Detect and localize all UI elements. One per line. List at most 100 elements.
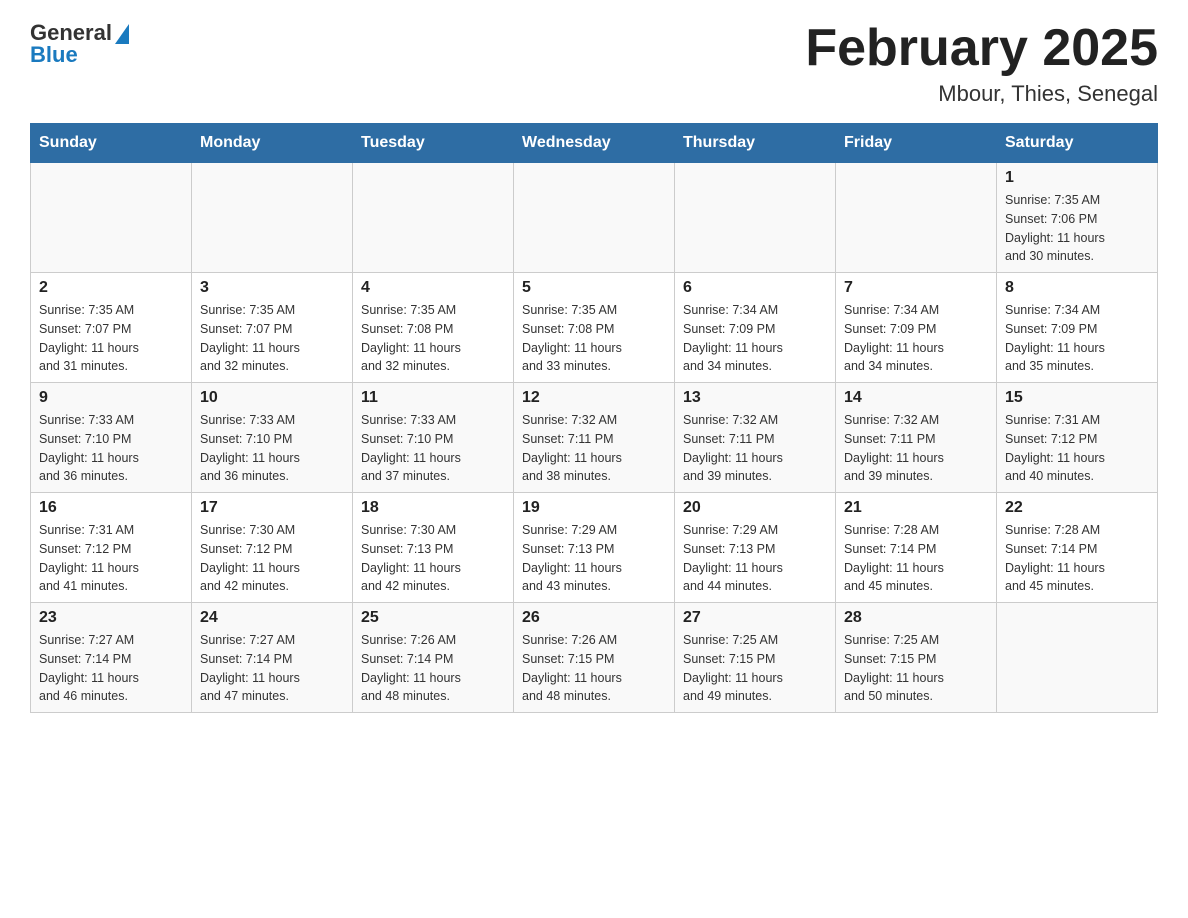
calendar-day-cell: 10 Sunrise: 7:33 AMSunset: 7:10 PMDayligh… <box>192 383 353 493</box>
day-number: 27 <box>683 609 827 627</box>
day-number: 20 <box>683 499 827 517</box>
day-info: Sunrise: 7:35 AMSunset: 7:07 PMDaylight:… <box>39 301 183 376</box>
calendar-day-cell: 3 Sunrise: 7:35 AMSunset: 7:07 PMDaylight… <box>192 273 353 383</box>
calendar-day-cell <box>514 163 675 273</box>
day-info: Sunrise: 7:25 AMSunset: 7:15 PMDaylight:… <box>844 631 988 706</box>
day-number: 3 <box>200 279 344 297</box>
day-number: 25 <box>361 609 505 627</box>
calendar-day-cell: 12 Sunrise: 7:32 AMSunset: 7:11 PMDayligh… <box>514 383 675 493</box>
day-number: 22 <box>1005 499 1149 517</box>
calendar-header-row: SundayMondayTuesdayWednesdayThursdayFrid… <box>31 124 1158 163</box>
calendar-day-cell <box>997 603 1158 713</box>
day-number: 24 <box>200 609 344 627</box>
calendar-subtitle: Mbour, Thies, Senegal <box>805 81 1158 107</box>
calendar-day-cell: 15 Sunrise: 7:31 AMSunset: 7:12 PMDayligh… <box>997 383 1158 493</box>
calendar-day-cell <box>836 163 997 273</box>
calendar-day-cell: 25 Sunrise: 7:26 AMSunset: 7:14 PMDayligh… <box>353 603 514 713</box>
day-number: 2 <box>39 279 183 297</box>
calendar-day-cell: 27Sunrise: 7:25 AMSunset: 7:15 PMDayligh… <box>675 603 836 713</box>
day-info: Sunrise: 7:34 AMSunset: 7:09 PMDaylight:… <box>1005 301 1149 376</box>
calendar-day-cell: 7 Sunrise: 7:34 AMSunset: 7:09 PMDaylight… <box>836 273 997 383</box>
logo-triangle-icon <box>115 24 129 44</box>
day-info: Sunrise: 7:31 AMSunset: 7:12 PMDaylight:… <box>1005 411 1149 486</box>
day-number: 12 <box>522 389 666 407</box>
calendar-title: February 2025 <box>805 20 1158 77</box>
day-info: Sunrise: 7:29 AMSunset: 7:13 PMDaylight:… <box>522 521 666 596</box>
day-info: Sunrise: 7:33 AMSunset: 7:10 PMDaylight:… <box>200 411 344 486</box>
day-info: Sunrise: 7:28 AMSunset: 7:14 PMDaylight:… <box>844 521 988 596</box>
calendar-day-cell <box>675 163 836 273</box>
calendar-day-cell <box>31 163 192 273</box>
day-header-thursday: Thursday <box>675 124 836 163</box>
calendar-day-cell: 18Sunrise: 7:30 AMSunset: 7:13 PMDayligh… <box>353 493 514 603</box>
calendar-week-row: 9 Sunrise: 7:33 AMSunset: 7:10 PMDaylight… <box>31 383 1158 493</box>
calendar-week-row: 16Sunrise: 7:31 AMSunset: 7:12 PMDayligh… <box>31 493 1158 603</box>
calendar-day-cell <box>353 163 514 273</box>
day-number: 13 <box>683 389 827 407</box>
calendar-day-cell: 23 Sunrise: 7:27 AMSunset: 7:14 PMDayligh… <box>31 603 192 713</box>
day-number: 26 <box>522 609 666 627</box>
calendar-day-cell: 8 Sunrise: 7:34 AMSunset: 7:09 PMDaylight… <box>997 273 1158 383</box>
calendar-day-cell: 9 Sunrise: 7:33 AMSunset: 7:10 PMDaylight… <box>31 383 192 493</box>
day-info: Sunrise: 7:28 AMSunset: 7:14 PMDaylight:… <box>1005 521 1149 596</box>
day-info: Sunrise: 7:26 AMSunset: 7:14 PMDaylight:… <box>361 631 505 706</box>
logo: General Blue <box>30 20 129 68</box>
day-number: 15 <box>1005 389 1149 407</box>
logo-blue-text: Blue <box>30 42 78 68</box>
day-number: 1 <box>1005 169 1149 187</box>
calendar-day-cell: 16Sunrise: 7:31 AMSunset: 7:12 PMDayligh… <box>31 493 192 603</box>
calendar-day-cell: 4 Sunrise: 7:35 AMSunset: 7:08 PMDaylight… <box>353 273 514 383</box>
day-number: 5 <box>522 279 666 297</box>
day-header-saturday: Saturday <box>997 124 1158 163</box>
day-number: 11 <box>361 389 505 407</box>
day-info: Sunrise: 7:32 AMSunset: 7:11 PMDaylight:… <box>522 411 666 486</box>
day-number: 21 <box>844 499 988 517</box>
day-number: 9 <box>39 389 183 407</box>
calendar-day-cell: 26 Sunrise: 7:26 AMSunset: 7:15 PMDayligh… <box>514 603 675 713</box>
day-info: Sunrise: 7:35 AMSunset: 7:08 PMDaylight:… <box>361 301 505 376</box>
calendar-week-row: 23 Sunrise: 7:27 AMSunset: 7:14 PMDayligh… <box>31 603 1158 713</box>
calendar-day-cell: 2 Sunrise: 7:35 AMSunset: 7:07 PMDaylight… <box>31 273 192 383</box>
day-number: 7 <box>844 279 988 297</box>
day-number: 18 <box>361 499 505 517</box>
day-number: 8 <box>1005 279 1149 297</box>
day-number: 23 <box>39 609 183 627</box>
day-header-tuesday: Tuesday <box>353 124 514 163</box>
day-info: Sunrise: 7:33 AMSunset: 7:10 PMDaylight:… <box>39 411 183 486</box>
calendar-day-cell: 14Sunrise: 7:32 AMSunset: 7:11 PMDayligh… <box>836 383 997 493</box>
calendar-day-cell: 11 Sunrise: 7:33 AMSunset: 7:10 PMDayligh… <box>353 383 514 493</box>
page-header: General Blue February 2025 Mbour, Thies,… <box>30 20 1158 107</box>
day-info: Sunrise: 7:35 AMSunset: 7:07 PMDaylight:… <box>200 301 344 376</box>
day-info: Sunrise: 7:35 AMSunset: 7:08 PMDaylight:… <box>522 301 666 376</box>
calendar-table: SundayMondayTuesdayWednesdayThursdayFrid… <box>30 123 1158 713</box>
day-header-wednesday: Wednesday <box>514 124 675 163</box>
day-info: Sunrise: 7:33 AMSunset: 7:10 PMDaylight:… <box>361 411 505 486</box>
calendar-day-cell: 21 Sunrise: 7:28 AMSunset: 7:14 PMDayligh… <box>836 493 997 603</box>
day-header-sunday: Sunday <box>31 124 192 163</box>
title-section: February 2025 Mbour, Thies, Senegal <box>805 20 1158 107</box>
day-header-monday: Monday <box>192 124 353 163</box>
calendar-day-cell: 28Sunrise: 7:25 AMSunset: 7:15 PMDayligh… <box>836 603 997 713</box>
day-info: Sunrise: 7:34 AMSunset: 7:09 PMDaylight:… <box>683 301 827 376</box>
day-header-friday: Friday <box>836 124 997 163</box>
day-info: Sunrise: 7:34 AMSunset: 7:09 PMDaylight:… <box>844 301 988 376</box>
calendar-day-cell: 13Sunrise: 7:32 AMSunset: 7:11 PMDayligh… <box>675 383 836 493</box>
calendar-day-cell: 6 Sunrise: 7:34 AMSunset: 7:09 PMDaylight… <box>675 273 836 383</box>
calendar-day-cell: 22 Sunrise: 7:28 AMSunset: 7:14 PMDayligh… <box>997 493 1158 603</box>
day-info: Sunrise: 7:35 AMSunset: 7:06 PMDaylight:… <box>1005 191 1149 266</box>
day-number: 10 <box>200 389 344 407</box>
day-number: 17 <box>200 499 344 517</box>
day-info: Sunrise: 7:27 AMSunset: 7:14 PMDaylight:… <box>39 631 183 706</box>
calendar-day-cell: 17Sunrise: 7:30 AMSunset: 7:12 PMDayligh… <box>192 493 353 603</box>
calendar-week-row: 1 Sunrise: 7:35 AMSunset: 7:06 PMDaylight… <box>31 163 1158 273</box>
day-info: Sunrise: 7:29 AMSunset: 7:13 PMDaylight:… <box>683 521 827 596</box>
day-number: 4 <box>361 279 505 297</box>
day-info: Sunrise: 7:26 AMSunset: 7:15 PMDaylight:… <box>522 631 666 706</box>
day-number: 19 <box>522 499 666 517</box>
calendar-day-cell: 19 Sunrise: 7:29 AMSunset: 7:13 PMDayligh… <box>514 493 675 603</box>
day-number: 6 <box>683 279 827 297</box>
calendar-day-cell: 5 Sunrise: 7:35 AMSunset: 7:08 PMDaylight… <box>514 273 675 383</box>
day-number: 16 <box>39 499 183 517</box>
calendar-day-cell: 20 Sunrise: 7:29 AMSunset: 7:13 PMDayligh… <box>675 493 836 603</box>
calendar-day-cell <box>192 163 353 273</box>
